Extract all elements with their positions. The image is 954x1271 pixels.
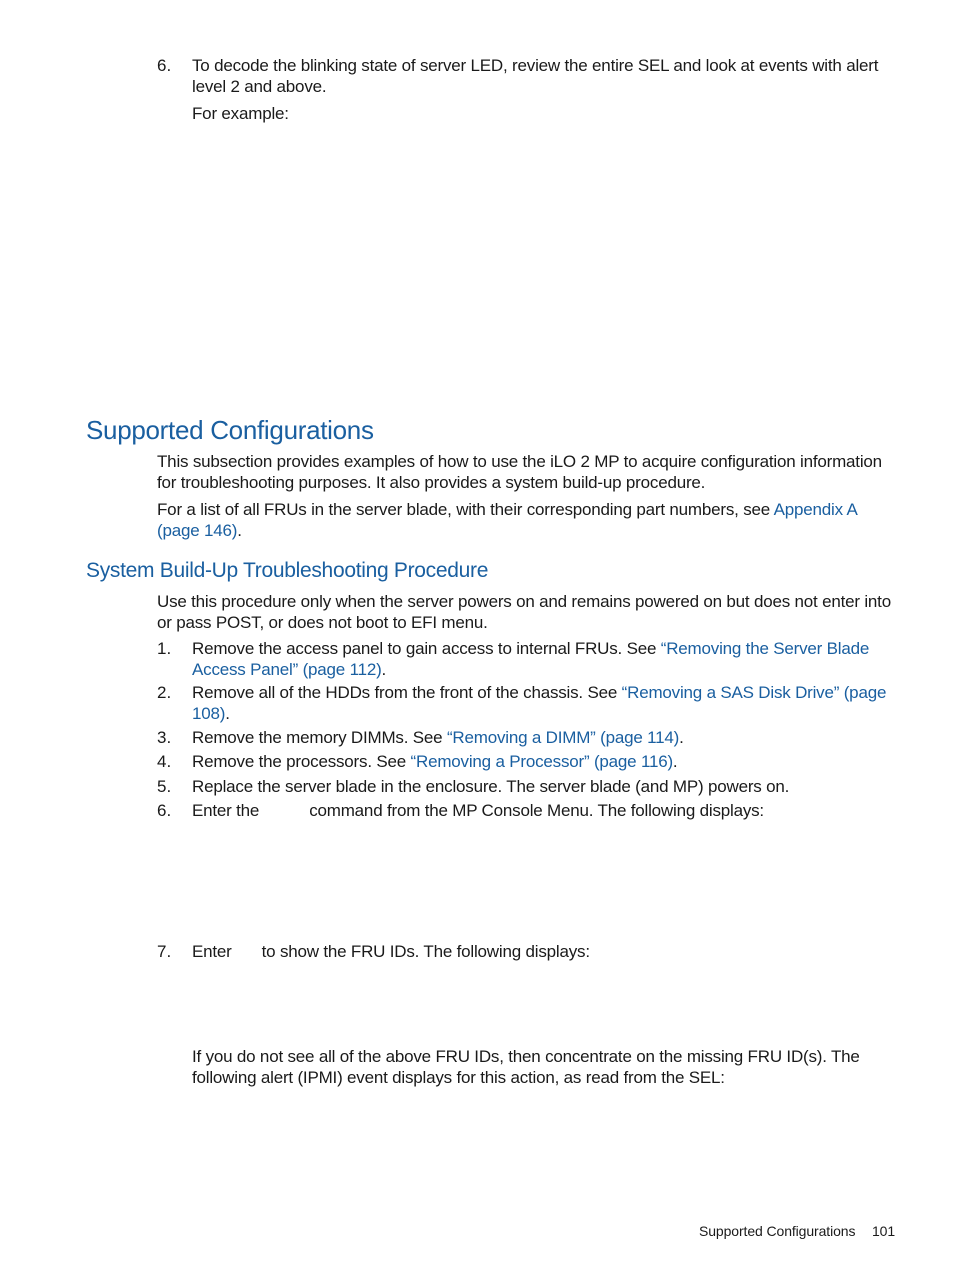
step-text: Remove the memory DIMMs. See [192, 728, 447, 747]
subsection-intro: Use this procedure only when the server … [157, 592, 891, 632]
section-intro: This subsection provides examples of how… [157, 452, 882, 492]
step-end: . [225, 703, 230, 723]
page-number: 101 [872, 1223, 896, 1239]
step-7: Enter to show the FRU IDs. The following … [192, 942, 897, 963]
step-text-after: command from the MP Console Menu. The fo… [309, 801, 764, 820]
step-text-after: to show the FRU IDs. The following displ… [261, 942, 590, 961]
step-text-before: Enter the [192, 801, 260, 820]
step-end: . [381, 659, 387, 679]
step-end: . [672, 752, 678, 771]
section-heading: Supported Configurations [86, 415, 374, 445]
step-2: Remove all of the HDDs from the front of… [192, 683, 897, 724]
step-number: 2. [157, 683, 172, 702]
step-5: Replace the server blade in the enclosur… [192, 777, 790, 796]
removing-processor-link[interactable]: “Removing a Processor” (page 116) [411, 752, 674, 771]
step-number: 5. [157, 777, 172, 796]
step-number: 6. [157, 56, 172, 75]
subsection-heading: System Build-Up Troubleshooting Procedur… [86, 559, 489, 582]
step-number: 7. [157, 942, 172, 961]
step-text: Remove all of the HDDs from the front of… [192, 683, 622, 702]
step-number: 1. [157, 639, 172, 658]
step-number: 4. [157, 752, 172, 771]
fru-list-paragraph: For a list of all FRUs in the server bla… [157, 500, 899, 541]
step-end: . [679, 728, 684, 747]
fru-list-text: For a list of all FRUs in the server bla… [157, 500, 774, 519]
step-3: Remove the memory DIMMs. See “Removing a… [192, 728, 897, 749]
step-1: Remove the access panel to gain access t… [192, 639, 897, 680]
footer-section-name: Supported Configurations [699, 1223, 856, 1239]
step-number: 3. [157, 728, 172, 747]
step-text: Remove the access panel to gain access t… [192, 639, 661, 658]
step-number: 6. [157, 801, 172, 820]
step-text: To decode the blinking state of server L… [192, 56, 879, 96]
removing-dimm-link[interactable]: “Removing a DIMM” (page 114) [447, 728, 679, 747]
step-6: Enter the command from the MP Console Men… [192, 801, 897, 822]
fru-list-end: . [237, 520, 242, 540]
missing-fru-note: If you do not see all of the above FRU I… [192, 1047, 860, 1087]
step-4: Remove the processors. See “Removing a P… [192, 752, 897, 773]
step-text: Remove the processors. See [192, 752, 411, 771]
step-text-before: Enter [192, 942, 232, 961]
example-label: For example: [192, 104, 289, 123]
